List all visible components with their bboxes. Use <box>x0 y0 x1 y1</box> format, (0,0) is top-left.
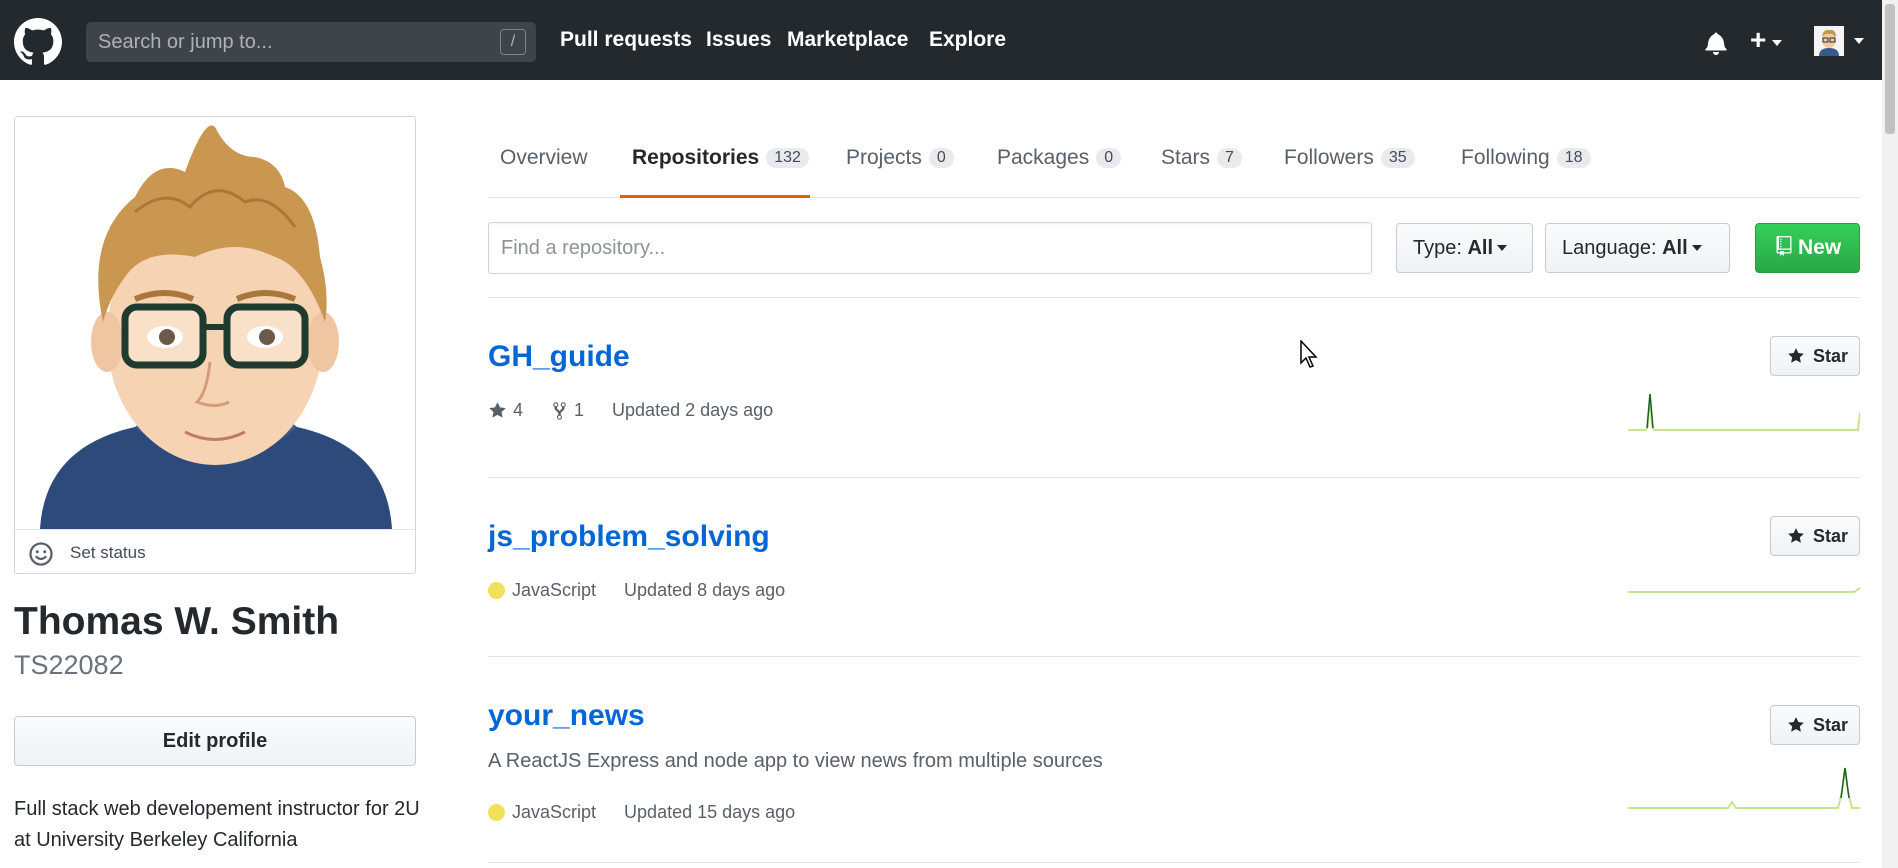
repo-stars-link[interactable]: 4 <box>488 400 523 421</box>
star-icon <box>1788 348 1804 363</box>
new-button-label: New <box>1798 236 1842 259</box>
nav-pull-requests[interactable]: Pull requests <box>560 28 692 52</box>
divider <box>488 862 1860 863</box>
global-header: Search or jump to... / Pull requests Iss… <box>0 0 1882 80</box>
tab-label: Projects <box>846 146 922 169</box>
profile-bio: Full stack web developement instructor f… <box>14 798 420 851</box>
repo-meta: JavaScript Updated 8 days ago <box>488 580 813 601</box>
language-color-dot <box>488 582 505 599</box>
tab-label: Followers <box>1284 146 1374 169</box>
fork-icon <box>553 401 566 420</box>
star-button[interactable]: Star <box>1770 336 1860 376</box>
star-icon <box>489 402 506 418</box>
tab-counter: 7 <box>1217 148 1242 168</box>
star-button-label: Star <box>1813 715 1849 735</box>
profile-full-name: Thomas W. Smith <box>14 600 340 643</box>
divider <box>488 656 1860 657</box>
repo-star-count: 4 <box>513 400 524 420</box>
tab-counter: 0 <box>1096 148 1122 168</box>
chevron-down-icon <box>1772 40 1783 46</box>
profile-tabs: Overview Repositories 132 Projects 0 Packa… <box>488 140 1860 198</box>
star-button-label: Star <box>1813 346 1849 366</box>
star-button-label: Star <box>1813 526 1849 546</box>
repo-updated: Updated 8 days ago <box>624 580 786 600</box>
repo-description: A ReactJS Express and node app to view n… <box>488 750 1103 772</box>
smiley-icon <box>29 542 53 566</box>
repo-name-link[interactable]: js_problem_solving <box>488 520 770 554</box>
edit-profile-button[interactable]: Edit profile <box>14 716 416 766</box>
new-repository-button[interactable]: New <box>1755 223 1860 273</box>
tab-overview[interactable]: Overview <box>500 140 600 198</box>
star-button[interactable]: Star <box>1770 516 1860 556</box>
user-menu-dropdown[interactable] <box>1814 26 1865 61</box>
tab-label: Repositories <box>632 146 760 169</box>
chevron-down-icon <box>1854 38 1865 44</box>
profile-username: TS22082 <box>14 650 124 680</box>
language-filter-value: All <box>1662 237 1688 259</box>
repo-language: JavaScript <box>488 580 596 601</box>
tab-counter: 132 <box>766 148 809 168</box>
repo-meta: JavaScript Updated 15 days ago <box>488 802 823 823</box>
tab-counter: 0 <box>928 148 954 168</box>
tab-repositories[interactable]: Repositories 132 <box>620 140 810 198</box>
global-search-input[interactable]: Search or jump to... / <box>86 22 536 62</box>
tab-label: Overview <box>500 146 588 169</box>
tab-label: Stars <box>1161 146 1211 169</box>
tab-followers[interactable]: Followers 35 <box>1284 140 1415 198</box>
repo-updated: Updated 2 days ago <box>612 400 774 420</box>
nav-explore[interactable]: Explore <box>929 28 1006 52</box>
repo-updated: Updated 15 days ago <box>624 802 796 822</box>
star-icon <box>1788 717 1804 732</box>
language-color-dot <box>488 804 505 821</box>
nav-marketplace[interactable]: Marketplace <box>787 28 908 52</box>
nav-issues[interactable]: Issues <box>706 28 771 52</box>
repo-name-link[interactable]: your_news <box>488 699 645 733</box>
repo-meta: 4 1 Updated 2 days ago <box>488 400 801 421</box>
tab-counter: 35 <box>1380 148 1415 168</box>
star-button[interactable]: Star <box>1770 705 1860 745</box>
type-filter-label: Type: <box>1413 237 1462 259</box>
repo-icon <box>1776 236 1792 256</box>
github-logo-icon[interactable] <box>14 18 62 66</box>
repo-name-link[interactable]: GH_guide <box>488 340 630 374</box>
tab-following[interactable]: Following 18 <box>1461 140 1591 198</box>
language-filter-dropdown[interactable]: Language: All <box>1545 223 1730 273</box>
type-filter-value: All <box>1467 237 1494 259</box>
create-new-dropdown[interactable]: + <box>1750 24 1783 55</box>
chevron-down-icon <box>1691 245 1702 251</box>
page-scrollbar[interactable] <box>1882 0 1898 868</box>
activity-sparkline <box>1628 393 1860 431</box>
set-status-label: Set status <box>70 543 146 562</box>
activity-sparkline <box>1628 587 1860 593</box>
type-filter-dropdown[interactable]: Type: All <box>1396 223 1533 273</box>
language-filter-label: Language: <box>1562 237 1657 259</box>
activity-sparkline <box>1628 767 1860 809</box>
plus-icon: + <box>1750 24 1767 55</box>
set-status-button[interactable]: Set status <box>15 529 415 573</box>
repo-forks-link[interactable]: 1 <box>551 400 584 421</box>
mouse-cursor-icon <box>1300 340 1318 368</box>
tab-label: Packages <box>997 146 1090 169</box>
find-repository-input[interactable] <box>488 222 1372 274</box>
star-icon <box>1788 528 1804 543</box>
profile-avatar <box>15 117 415 529</box>
bell-icon[interactable] <box>1705 31 1727 55</box>
profile-avatar-card[interactable]: Set status <box>14 116 416 574</box>
search-placeholder: Search or jump to... <box>98 31 273 53</box>
repo-language-label: JavaScript <box>512 580 597 600</box>
search-shortcut-key: / <box>500 29 526 55</box>
tab-counter: 18 <box>1556 148 1591 168</box>
avatar-small-icon <box>1814 26 1844 56</box>
tab-stars[interactable]: Stars 7 <box>1161 140 1242 198</box>
repo-language: JavaScript <box>488 802 596 823</box>
scrollbar-thumb[interactable] <box>1885 4 1895 134</box>
chevron-down-icon <box>1497 245 1508 251</box>
divider <box>488 477 1860 478</box>
tab-packages[interactable]: Packages 0 <box>997 140 1122 198</box>
repo-fork-count: 1 <box>574 400 585 420</box>
tab-label: Following <box>1461 146 1550 169</box>
repo-language-label: JavaScript <box>512 802 597 822</box>
divider <box>488 297 1860 298</box>
tab-projects[interactable]: Projects 0 <box>846 140 954 198</box>
